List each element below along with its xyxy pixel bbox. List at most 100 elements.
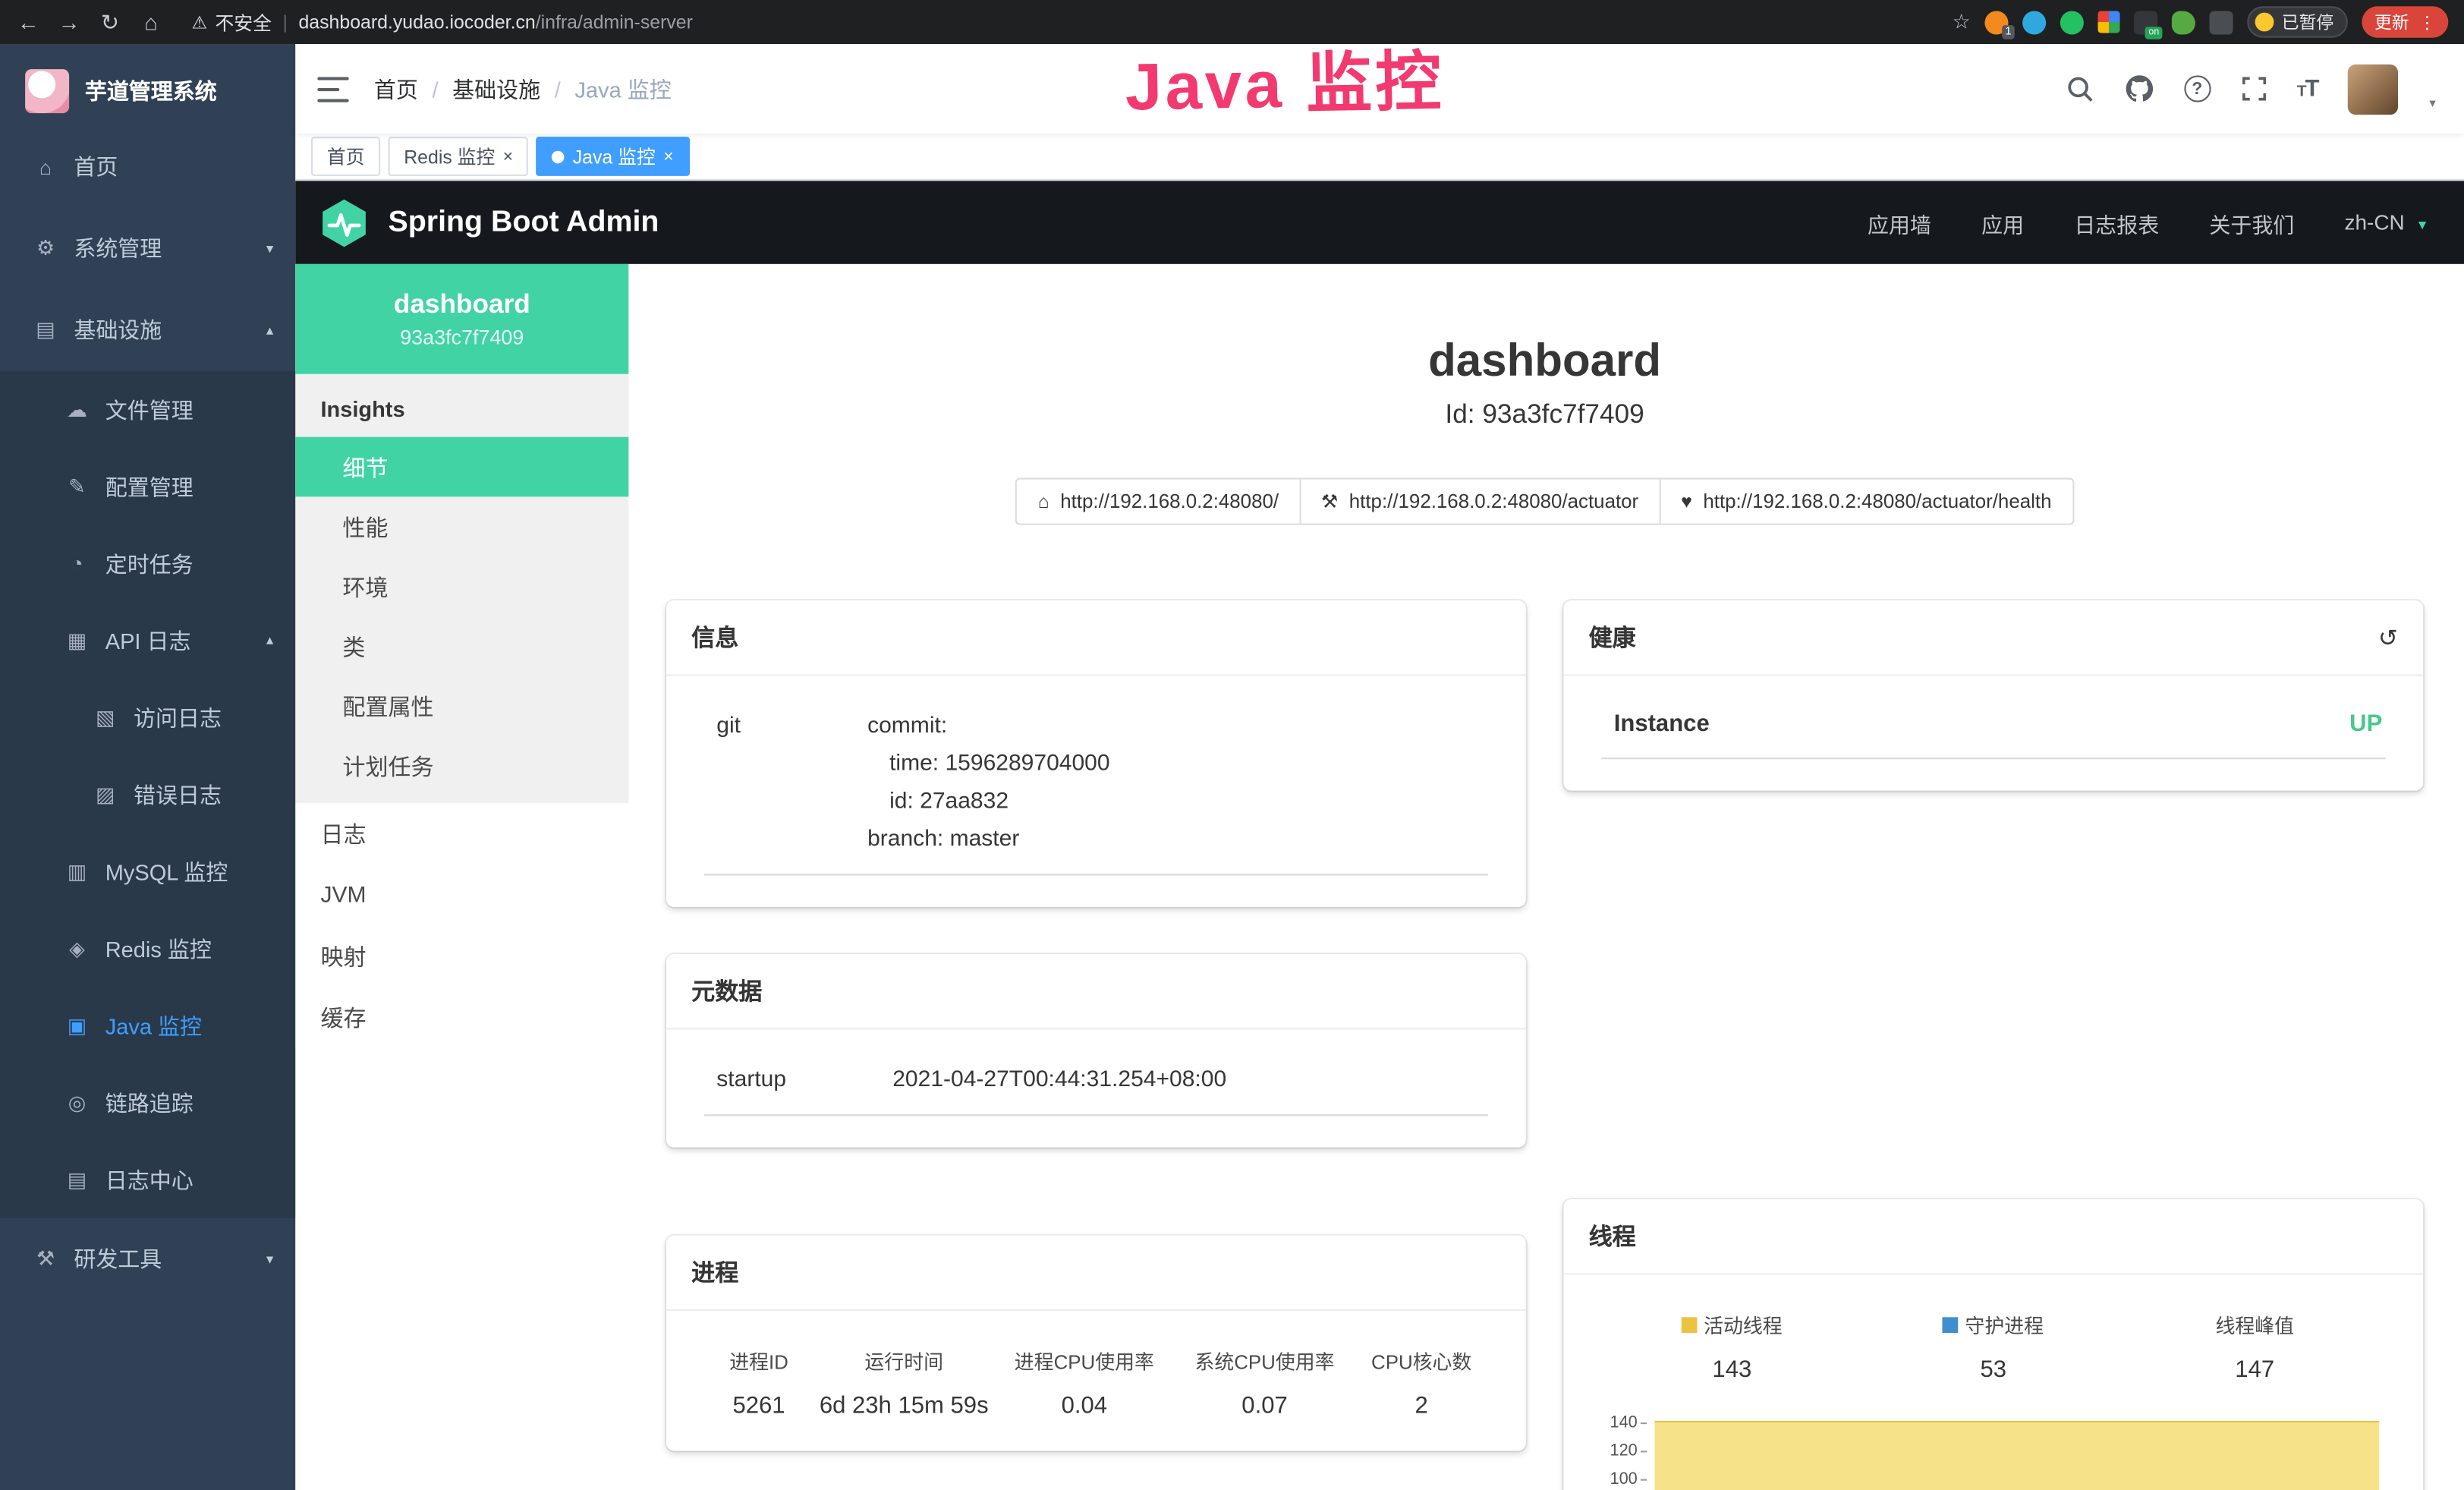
insights-item-environment[interactable]: 环境 (295, 556, 628, 616)
infrastructure-submenu: ☁ 文件管理 ✎ 配置管理 ◔ 定时任务 ▦ API 日志 ▴ (0, 371, 295, 1218)
sidebar-item-dev-tools[interactable]: ⚒ 研发工具 ▾ (0, 1218, 295, 1300)
extension-fox-icon[interactable]: 1 (1984, 10, 2008, 33)
browser-window: ← → ↻ ⌂ ⚠ 不安全 | dashboard.yudao.iocoder.… (0, 0, 2464, 1490)
back-icon[interactable]: ← (16, 9, 41, 34)
extension-leaf-icon[interactable] (2172, 10, 2195, 33)
insights-item-config-props[interactable]: 配置属性 (295, 676, 628, 736)
info-key: git (716, 707, 867, 858)
sidebar-item-label: 系统管理 (74, 232, 162, 263)
sba-locale-select[interactable]: zh-CN ▾ (2345, 210, 2427, 234)
tab-java-monitor[interactable]: Java 监控 × (537, 137, 689, 176)
hamburger-icon[interactable] (317, 76, 348, 101)
sidebar-item-mysql-monitor[interactable]: ▥ MySQL 监控 (0, 833, 295, 910)
instance-item-caches[interactable]: 缓存 (295, 987, 628, 1048)
profile-paused-button[interactable]: 已暂停 (2247, 6, 2348, 37)
sidebar-item-link-tracing[interactable]: ◎ 链路追踪 (0, 1064, 295, 1141)
chevron-up-icon: ▴ (266, 632, 273, 649)
database-icon: ▥ (63, 859, 91, 884)
process-col-proc-cpu: 进程CPU使用率 0.04 (994, 1346, 1175, 1419)
tools-icon: ⚒ (31, 1246, 59, 1271)
extension-switch-icon[interactable]: on (2134, 10, 2157, 33)
extension-badge: 1 (2002, 24, 2014, 39)
address-bar[interactable]: ⚠ 不安全 | dashboard.yudao.iocoder.cn/infra… (192, 8, 693, 35)
service-url-button[interactable]: ⌂ http://192.168.0.2:48080/ (1016, 478, 1301, 525)
sidebar-item-home[interactable]: ⌂ 首页 (0, 126, 295, 208)
monitor-icon: ▣ (63, 1013, 91, 1038)
extension-drop-icon[interactable] (2022, 10, 2046, 33)
insights-item-classes[interactable]: 类 (295, 616, 628, 676)
tab-label: Redis 监控 (404, 143, 495, 169)
chevron-down-icon: ▾ (266, 1250, 273, 1268)
health-card-title: 健康 (1589, 621, 1636, 654)
instance-name: dashboard (394, 289, 530, 320)
help-icon[interactable]: ? (2184, 75, 2211, 102)
sidebar-item-label: MySQL 监控 (105, 856, 228, 887)
sidebar-item-access-logs[interactable]: ▧ 访问日志 (0, 679, 295, 756)
instance-header[interactable]: dashboard 93a3fc7f7409 (295, 264, 628, 374)
close-icon[interactable]: × (503, 147, 513, 166)
app-logo-row[interactable]: 芋道管理系统 (0, 44, 295, 126)
sidebar-item-scheduled-tasks[interactable]: ◔ 定时任务 (0, 525, 295, 602)
insights-item-scheduled-tasks[interactable]: 计划任务 (295, 736, 628, 795)
tab-home[interactable]: 首页 (311, 137, 380, 176)
log-center-icon: ▤ (63, 1167, 91, 1192)
annotation-java-monitor: Java 监控 (1125, 29, 1446, 131)
instance-detail-main: dashboard Id: 93a3fc7f7409 ⌂ http://192.… (628, 264, 2464, 1490)
sidebar-item-api-logs[interactable]: ▦ API 日志 ▴ (0, 602, 295, 679)
home-icon[interactable]: ⌂ (138, 9, 163, 34)
sba-nav-journal[interactable]: 日志报表 (2074, 206, 2159, 238)
daemon-threads-swatch (1943, 1316, 1959, 1332)
user-avatar[interactable] (2348, 64, 2398, 114)
sidebar-item-java-monitor[interactable]: ▣ Java 监控 (0, 987, 295, 1063)
health-url-button[interactable]: ♥ http://192.168.0.2:48080/actuator/heal… (1660, 478, 2073, 525)
sidebar-item-error-logs[interactable]: ▨ 错误日志 (0, 756, 295, 833)
browser-update-button[interactable]: 更新 ⋮ (2362, 6, 2448, 37)
github-icon[interactable] (2124, 74, 2154, 103)
reload-icon[interactable]: ↻ (97, 8, 122, 35)
sidebar-item-label: 错误日志 (134, 779, 222, 810)
fullscreen-icon[interactable] (2240, 75, 2267, 102)
search-icon[interactable] (2066, 74, 2094, 102)
breadcrumb-infrastructure[interactable]: 基础设施 (452, 73, 540, 104)
forward-icon[interactable]: → (57, 9, 82, 34)
instance-item-mappings[interactable]: 映射 (295, 926, 628, 988)
sidebar-item-log-center[interactable]: ▤ 日志中心 (0, 1141, 295, 1218)
wrench-icon: ⚒ (1321, 490, 1338, 512)
kebab-menu-icon[interactable]: ⋮ (2418, 12, 2436, 33)
breadcrumb-home[interactable]: 首页 (374, 73, 418, 104)
sba-nav-about[interactable]: 关于我们 (2209, 206, 2294, 238)
extension-green-icon[interactable] (2060, 10, 2084, 33)
sba-brand-title[interactable]: Spring Boot Admin (388, 205, 659, 240)
security-label[interactable]: 不安全 (215, 8, 272, 35)
insights-item-performance[interactable]: 性能 (295, 496, 628, 556)
font-size-icon[interactable]: TT (2297, 75, 2318, 102)
avatar-caret-icon[interactable]: ▾ (2429, 95, 2435, 114)
header-actions: ? TT ▾ (2066, 64, 2435, 114)
instance-item-jvm[interactable]: JVM (295, 865, 628, 926)
sidebar-item-config-management[interactable]: ✎ 配置管理 (0, 448, 295, 524)
warning-icon[interactable]: ⚠ (192, 12, 207, 33)
paused-label: 已暂停 (2282, 9, 2333, 34)
service-url: http://192.168.0.2:48080/ (1060, 490, 1279, 512)
url-path[interactable]: /infra/admin-server (536, 11, 693, 33)
close-icon[interactable]: × (663, 147, 673, 166)
sidebar-item-system-management[interactable]: ⚙ 系统管理 ▾ (0, 207, 295, 289)
extension-grid-icon[interactable] (2098, 11, 2120, 33)
insights-item-details[interactable]: 细节 (295, 437, 628, 497)
sba-nav-wallboard[interactable]: 应用墙 (1868, 206, 1931, 238)
sidebar-item-redis-monitor[interactable]: ◈ Redis 监控 (0, 910, 295, 987)
instance-item-logs[interactable]: 日志 (295, 803, 628, 865)
history-icon[interactable]: ↺ (2378, 623, 2398, 651)
actuator-url-button[interactable]: ⚒ http://192.168.0.2:48080/actuator (1301, 478, 1660, 525)
extensions-puzzle-icon[interactable] (2210, 10, 2233, 33)
sidebar-item-file-management[interactable]: ☁ 文件管理 (0, 371, 295, 448)
chevron-up-icon: ▴ (266, 321, 273, 339)
bookmark-star-icon[interactable]: ☆ (1953, 9, 1971, 34)
on-badge: on (2145, 26, 2162, 39)
sba-nav-applications[interactable]: 应用 (1981, 206, 2024, 238)
tab-redis-monitor[interactable]: Redis 监控 × (389, 137, 529, 176)
metadata-startup-row: startup 2021-04-27T00:44:31.254+08:00 (704, 1061, 1488, 1116)
url-domain[interactable]: dashboard.yudao.iocoder.cn (298, 11, 535, 33)
sidebar-item-infrastructure[interactable]: ▤ 基础设施 ▴ (0, 289, 295, 371)
breadcrumb: 首页 / 基础设施 / Java 监控 (374, 73, 672, 104)
